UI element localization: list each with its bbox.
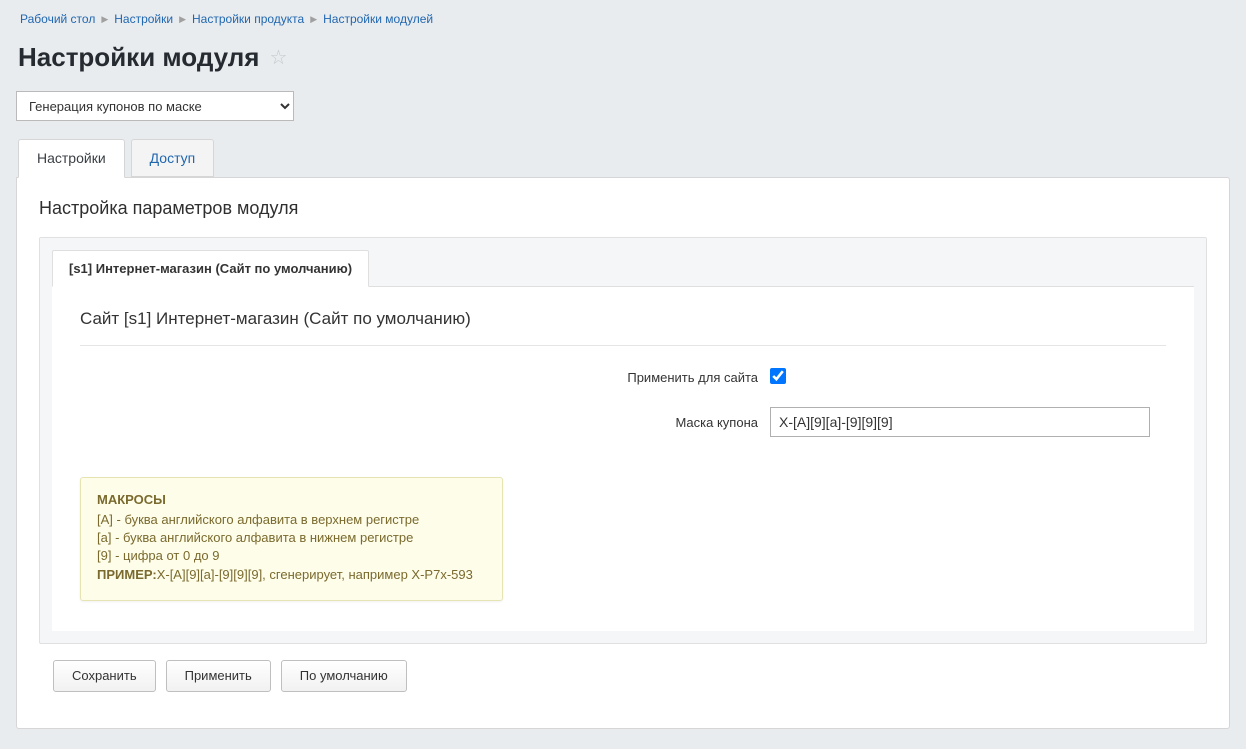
site-panel: [s1] Интернет-магазин (Сайт по умолчанию… [39,237,1207,644]
breadcrumb-item[interactable]: Настройки [114,12,173,26]
page-title: Настройки модуля [18,42,259,73]
action-buttons: Сохранить Применить По умолчанию [39,644,1207,708]
breadcrumb-item[interactable]: Настройки модулей [323,12,433,26]
reset-button[interactable]: По умолчанию [281,660,407,692]
macros-help-line: [a] - буква английского алфавита в нижне… [97,529,486,547]
site-heading: Сайт [s1] Интернет-магазин (Сайт по умол… [80,309,1166,329]
site-tab[interactable]: [s1] Интернет-магазин (Сайт по умолчанию… [52,250,369,287]
module-select[interactable]: Генерация купонов по маске [16,91,294,121]
macros-help-title: МАКРОСЫ [97,492,486,507]
panel-heading: Настройка параметров модуля [39,198,1207,219]
settings-panel: Настройка параметров модуля [s1] Интерне… [16,177,1230,729]
coupon-mask-label: Маска купона [80,415,770,430]
chevron-right-icon: ▶ [101,14,108,25]
breadcrumb-item[interactable]: Настройки продукта [192,12,304,26]
macros-help-line: [A] - буква английского алфавита в верхн… [97,511,486,529]
tab-access[interactable]: Доступ [131,139,215,177]
save-button[interactable]: Сохранить [53,660,156,692]
apply-for-site-label: Применить для сайта [80,370,770,385]
favorite-star-icon[interactable]: ☆ [269,45,287,70]
chevron-right-icon: ▶ [310,14,317,25]
apply-button[interactable]: Применить [166,660,271,692]
tab-settings[interactable]: Настройки [18,139,125,178]
breadcrumb: Рабочий стол ▶ Настройки ▶ Настройки про… [16,0,1230,34]
chevron-right-icon: ▶ [179,14,186,25]
apply-for-site-checkbox[interactable] [770,368,786,384]
main-tabs: Настройки Доступ [16,139,1230,177]
divider [80,345,1166,346]
breadcrumb-item[interactable]: Рабочий стол [20,12,95,26]
macros-help-example: ПРИМЕР:X-[A][9][a]-[9][9][9], сгенерируе… [97,566,486,584]
coupon-mask-input[interactable] [770,407,1150,437]
macros-help-line: [9] - цифра от 0 до 9 [97,547,486,565]
macros-help-box: МАКРОСЫ [A] - буква английского алфавита… [80,477,503,601]
